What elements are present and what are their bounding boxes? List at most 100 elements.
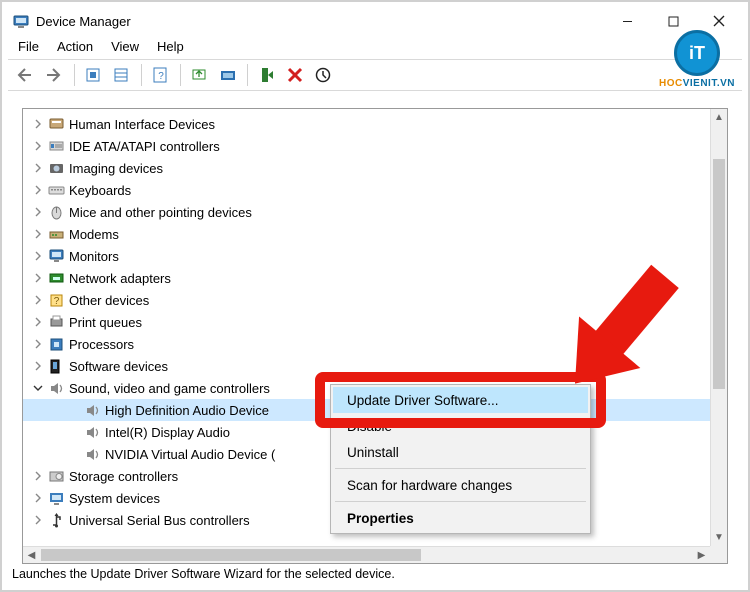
scroll-left-icon[interactable]: ◀	[23, 547, 40, 563]
chevron-right-icon[interactable]	[31, 249, 45, 263]
printer-icon	[47, 313, 65, 331]
device-category-node[interactable]: Imaging devices	[23, 157, 727, 179]
device-label: Universal Serial Bus controllers	[69, 513, 250, 528]
device-label: Processors	[69, 337, 134, 352]
scroll-thumb[interactable]	[713, 159, 725, 389]
device-label: Keyboards	[69, 183, 131, 198]
modem-icon	[47, 225, 65, 243]
chevron-right-icon[interactable]	[67, 403, 81, 417]
mouse-icon	[47, 203, 65, 221]
menu-separator	[335, 501, 586, 502]
menu-action[interactable]: Action	[57, 39, 93, 54]
device-category-node[interactable]: Human Interface Devices	[23, 113, 727, 135]
speaker-icon	[83, 445, 101, 463]
statusbar: Launches the Update Driver Software Wiza…	[8, 566, 742, 586]
device-label: Other devices	[69, 293, 149, 308]
device-category-node[interactable]: ? Other devices	[23, 289, 727, 311]
menu-disable[interactable]: Disable	[333, 413, 588, 439]
context-menu: Update Driver Software... Disable Uninst…	[330, 384, 591, 534]
imaging-icon	[47, 159, 65, 177]
device-label: Network adapters	[69, 271, 171, 286]
chevron-down-icon[interactable]	[31, 381, 45, 395]
titlebar: Device Manager	[8, 6, 742, 36]
chevron-right-icon[interactable]	[31, 161, 45, 175]
storage-icon	[47, 467, 65, 485]
device-label: IDE ATA/ATAPI controllers	[69, 139, 220, 154]
help-button[interactable]: ?	[148, 62, 174, 88]
device-label: Intel(R) Display Audio	[105, 425, 230, 440]
scroll-up-icon[interactable]: ▲	[711, 109, 727, 126]
device-category-node[interactable]: Software devices	[23, 355, 727, 377]
device-category-node[interactable]: Monitors	[23, 245, 727, 267]
minimize-button[interactable]	[604, 7, 650, 35]
menu-help[interactable]: Help	[157, 39, 184, 54]
properties-button[interactable]	[109, 62, 135, 88]
chevron-right-icon[interactable]	[31, 227, 45, 241]
chevron-right-icon[interactable]	[31, 337, 45, 351]
hscroll-thumb[interactable]	[41, 549, 421, 561]
chevron-right-icon[interactable]	[31, 271, 45, 285]
device-category-node[interactable]: Keyboards	[23, 179, 727, 201]
show-hidden-button[interactable]	[81, 62, 107, 88]
vertical-scrollbar[interactable]: ▲ ▼	[710, 109, 727, 546]
device-label: Monitors	[69, 249, 119, 264]
disable-tb-button[interactable]	[254, 62, 280, 88]
uninstall-tb-button[interactable]	[282, 62, 308, 88]
software-icon	[47, 357, 65, 375]
device-category-node[interactable]: Mice and other pointing devices	[23, 201, 727, 223]
svg-text:?: ?	[53, 296, 59, 307]
enable-tb-button[interactable]	[310, 62, 336, 88]
menu-separator	[335, 468, 586, 469]
device-category-node[interactable]: Processors	[23, 333, 727, 355]
device-label: Sound, video and game controllers	[69, 381, 270, 396]
forward-button[interactable]	[42, 62, 68, 88]
chevron-right-icon[interactable]	[31, 513, 45, 527]
keyboard-icon	[47, 181, 65, 199]
chevron-right-icon[interactable]	[31, 293, 45, 307]
device-label: Mice and other pointing devices	[69, 205, 252, 220]
chevron-right-icon[interactable]	[31, 469, 45, 483]
chevron-right-icon[interactable]	[31, 117, 45, 131]
device-category-node[interactable]: IDE ATA/ATAPI controllers	[23, 135, 727, 157]
chevron-right-icon[interactable]	[31, 139, 45, 153]
device-label: Imaging devices	[69, 161, 163, 176]
chevron-right-icon[interactable]	[31, 491, 45, 505]
update-driver-tb-button[interactable]	[187, 62, 213, 88]
scroll-down-icon[interactable]: ▼	[711, 529, 727, 546]
chevron-right-icon[interactable]	[67, 447, 81, 461]
maximize-button[interactable]	[650, 7, 696, 35]
menu-uninstall[interactable]: Uninstall	[333, 439, 588, 465]
speaker-icon	[83, 401, 101, 419]
speaker-icon	[47, 379, 65, 397]
monitor-icon	[47, 247, 65, 265]
close-button[interactable]	[696, 7, 742, 35]
menu-properties[interactable]: Properties	[333, 505, 588, 531]
speaker-icon	[83, 423, 101, 441]
device-category-node[interactable]: Print queues	[23, 311, 727, 333]
device-label: NVIDIA Virtual Audio Device (	[105, 447, 275, 462]
menu-file[interactable]: File	[18, 39, 39, 54]
horizontal-scrollbar[interactable]: ◀ ▶	[23, 546, 710, 563]
scroll-right-icon[interactable]: ▶	[693, 547, 710, 563]
chevron-right-icon[interactable]	[31, 205, 45, 219]
device-label: Modems	[69, 227, 119, 242]
usb-icon	[47, 511, 65, 529]
back-button[interactable]	[14, 62, 40, 88]
ide-icon	[47, 137, 65, 155]
chevron-right-icon[interactable]	[31, 359, 45, 373]
network-icon	[47, 269, 65, 287]
menu-scan[interactable]: Scan for hardware changes	[333, 472, 588, 498]
menu-view[interactable]: View	[111, 39, 139, 54]
device-label: Storage controllers	[69, 469, 178, 484]
device-category-node[interactable]: Modems	[23, 223, 727, 245]
device-label: Print queues	[69, 315, 142, 330]
scan-tb-button[interactable]	[215, 62, 241, 88]
other-icon: ?	[47, 291, 65, 309]
chevron-right-icon[interactable]	[31, 315, 45, 329]
svg-text:?: ?	[158, 71, 164, 82]
window-title: Device Manager	[36, 14, 604, 29]
chevron-right-icon[interactable]	[67, 425, 81, 439]
menu-update-driver[interactable]: Update Driver Software...	[333, 387, 588, 413]
chevron-right-icon[interactable]	[31, 183, 45, 197]
device-category-node[interactable]: Network adapters	[23, 267, 727, 289]
